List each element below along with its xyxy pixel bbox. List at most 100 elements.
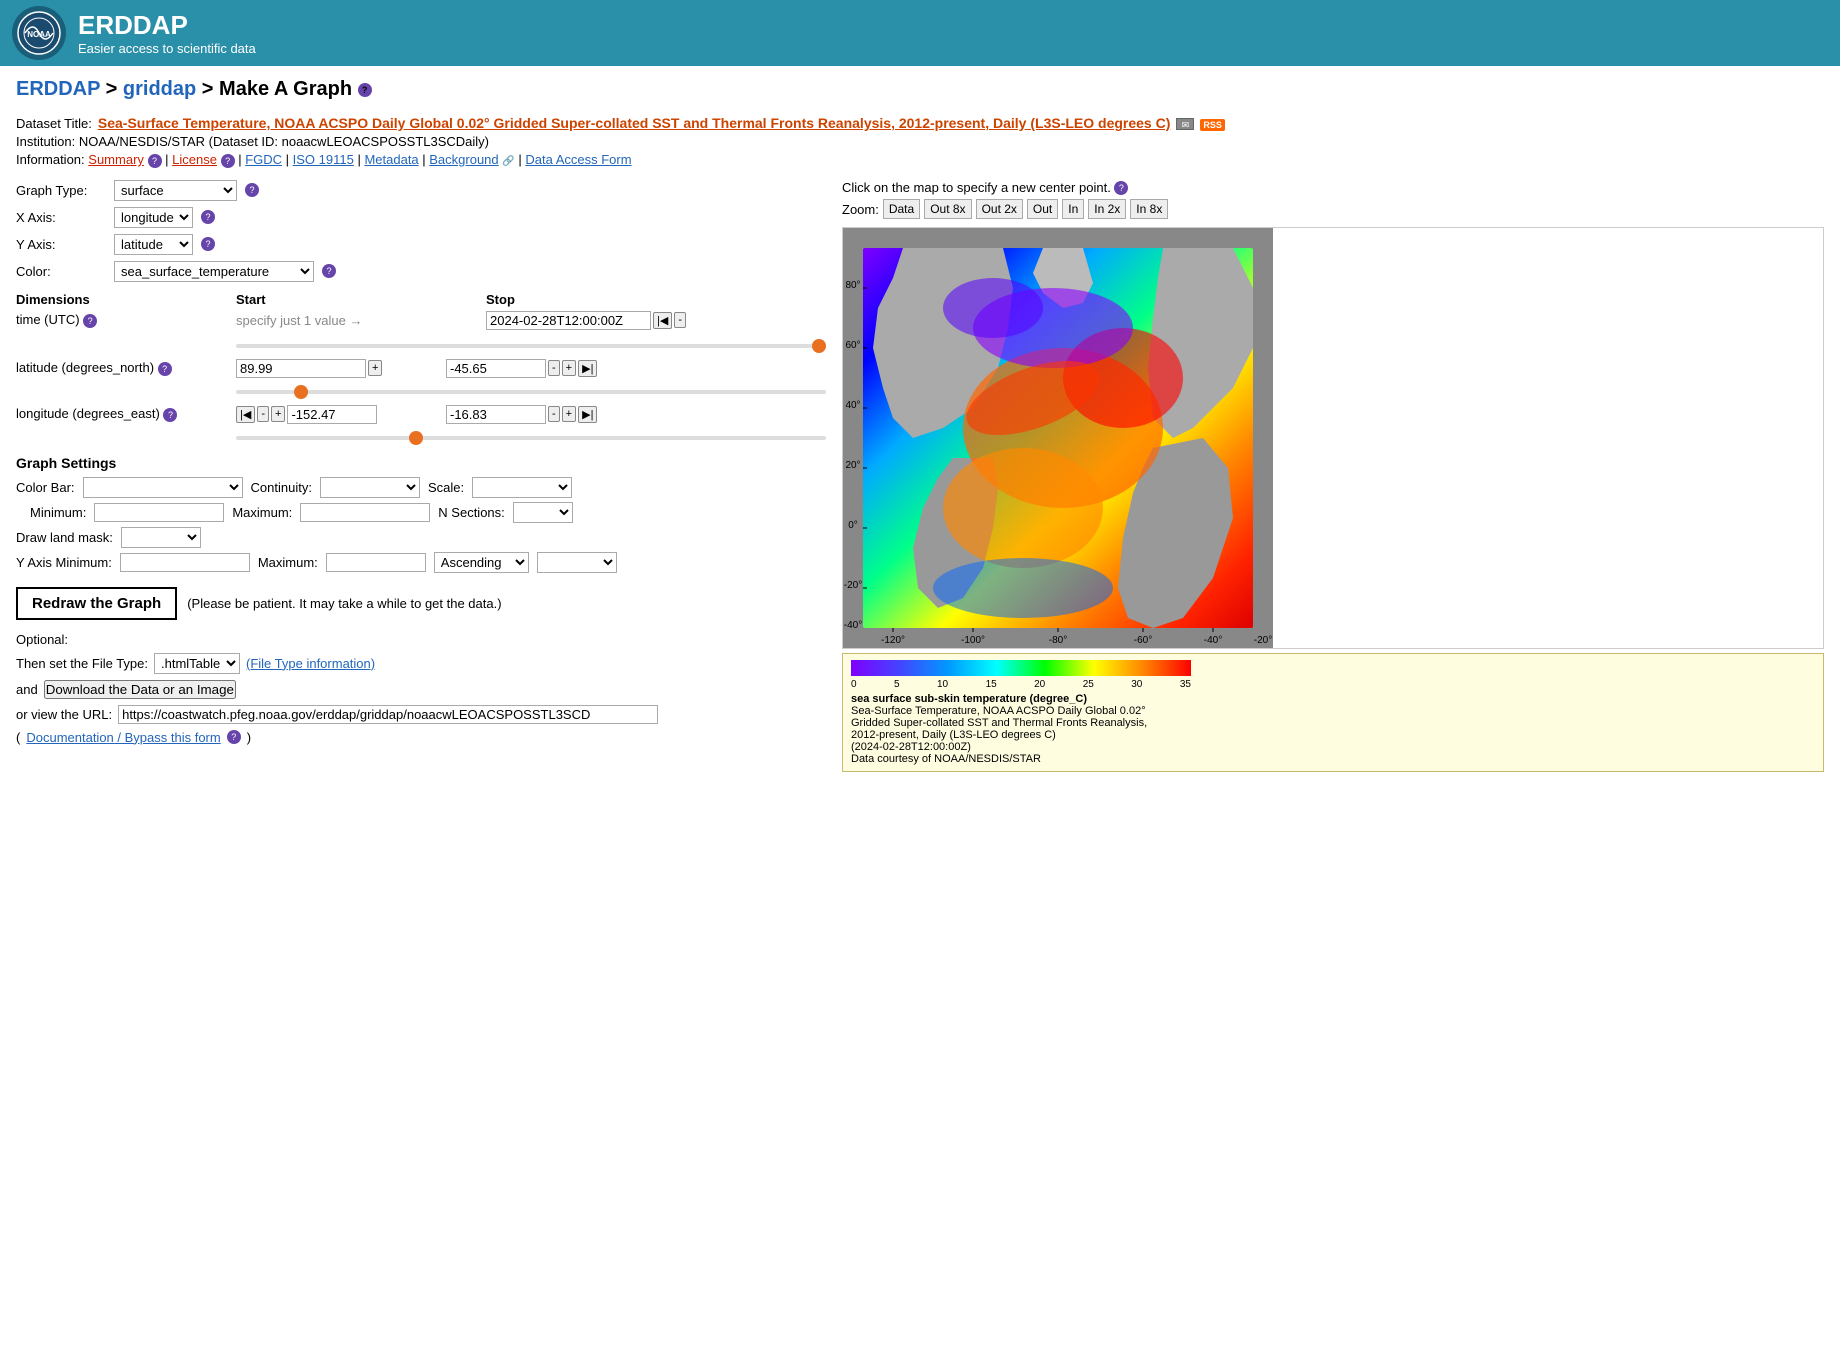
file-type-info-link[interactable]: (File Type information) [246,656,375,671]
zoom-in-btn[interactable]: In [1062,199,1084,219]
help-icon-doc[interactable]: ? [227,730,241,744]
help-icon-xaxis[interactable]: ? [201,210,215,224]
zoom-out8x-btn[interactable]: Out 8x [924,199,971,219]
lon-stop-plus-btn[interactable]: + [562,406,576,422]
url-input[interactable] [118,705,658,724]
zoom-in8x-btn[interactable]: In 8x [1130,199,1168,219]
color-row: Color: sea_surface_temperature ? [16,261,826,282]
zoom-out2x-btn[interactable]: Out 2x [976,199,1023,219]
doc-link[interactable]: Documentation / Bypass this form [26,730,220,745]
lat-stop-plus-btn[interactable]: + [562,360,576,376]
time-minus-btn[interactable]: - [674,312,686,328]
help-icon-summary[interactable]: ? [148,154,162,168]
lon-slider-row [16,428,826,443]
time-first-btn[interactable]: |◀ [653,312,672,329]
n-sections-select[interactable] [513,502,573,523]
griddap-link[interactable]: griddap [123,78,196,100]
map-container[interactable]: -80° -100° -120° -60° -40° -20° 80° 60° … [842,227,1824,649]
lon-slider[interactable] [236,436,826,440]
download-button[interactable]: Download the Data or an Image [44,680,236,699]
y-axis-min-input[interactable] [120,553,250,572]
lat-stop-minus-btn[interactable]: - [548,360,560,376]
dataset-title-link[interactable]: Sea-Surface Temperature, NOAA ACSPO Dail… [98,115,1171,131]
help-icon-graph-type[interactable]: ? [245,183,259,197]
x-axis-select[interactable]: longitude latitude time [114,207,193,228]
help-icon-breadcrumb[interactable]: ? [358,83,372,97]
time-dim-name: time (UTC) ? [16,312,236,328]
iso-link[interactable]: ISO 19115 [293,152,354,167]
minimum-input[interactable] [94,503,224,522]
help-icon-time[interactable]: ? [83,314,97,328]
data-access-form-link[interactable]: Data Access Form [525,152,631,167]
svg-text:-100°: -100° [961,635,985,646]
y-axis-select[interactable]: longitude latitude time [114,234,193,255]
lon-first-btn[interactable]: |◀ [236,406,255,423]
continuity-select[interactable] [320,477,420,498]
lon-stop-minus-btn[interactable]: - [548,406,560,422]
lat-slider[interactable] [236,390,826,394]
lon-start-input[interactable] [287,405,377,424]
scale-15: 15 [986,679,997,690]
graph-type-select[interactable]: surface lines markers linesAndMarkers st… [114,180,237,201]
y-axis-row: Y Axis: longitude latitude time ? [16,234,826,255]
map-svg[interactable]: -80° -100° -120° -60° -40° -20° 80° 60° … [843,228,1273,648]
lat-start-plus-btn[interactable]: + [368,360,382,376]
ascending-extra-select[interactable] [537,552,617,573]
lon-minus-btn[interactable]: - [257,406,269,422]
time-stop-input[interactable] [486,311,651,330]
background-link[interactable]: Background [429,152,498,167]
ascending-select[interactable]: Ascending Descending [434,552,529,573]
lon-stop-input[interactable] [446,405,546,424]
zoom-label: Zoom: [842,202,879,217]
help-icon-yaxis[interactable]: ? [201,237,215,251]
scale-select[interactable] [472,477,572,498]
help-icon-color[interactable]: ? [322,264,336,278]
zoom-row: Zoom: Data Out 8x Out 2x Out In In 2x In… [842,199,1824,219]
gradient-labels: 0 5 10 15 20 25 30 35 [851,679,1191,690]
lat-stop-input[interactable] [446,359,546,378]
settings-row1: Color Bar: Continuity: Scale: [16,477,826,498]
time-slider[interactable] [236,344,826,348]
zoom-data-btn[interactable]: Data [883,199,920,219]
lon-dim-name: longitude (degrees_east) ? [16,406,236,422]
left-panel: Graph Type: surface lines markers linesA… [16,180,826,773]
maximum-input[interactable] [300,503,430,522]
y-axis-max-input[interactable] [326,553,426,572]
zoom-out-btn[interactable]: Out [1027,199,1058,219]
info-row: Information: Summary ? | License ? | FGD… [16,152,1824,168]
fgdc-link[interactable]: FGDC [245,152,282,167]
svg-text:-120°: -120° [881,635,905,646]
lon-stop-last-btn[interactable]: ▶| [578,406,597,423]
lon-plus-btn[interactable]: + [271,406,285,422]
help-icon-map[interactable]: ? [1114,181,1128,195]
draw-land-mask-select[interactable] [121,527,201,548]
svg-text:-80°: -80° [1049,635,1067,646]
svg-text:60°: 60° [845,340,860,351]
color-select[interactable]: sea_surface_temperature [114,261,314,282]
lat-start: + [236,359,446,378]
legend-source3: 2012-present, Daily (L3S-LEO degrees C) [851,729,1815,741]
paren-open: ( [16,730,20,745]
summary-link[interactable]: Summary [88,152,144,167]
help-icon-lat[interactable]: ? [158,362,172,376]
color-bar-select[interactable] [83,477,243,498]
help-icon-license[interactable]: ? [221,154,235,168]
latitude-row: latitude (degrees_north) ? + - + ▶| [16,359,826,378]
lat-start-input[interactable] [236,359,366,378]
file-type-select[interactable]: .htmlTable .csv .json .nc [154,653,240,674]
lat-stop-last-btn[interactable]: ▶| [578,360,597,377]
graph-type-row: Graph Type: surface lines markers linesA… [16,180,826,201]
header-text: ERDDAP Easier access to scientific data [78,10,256,56]
help-icon-lon[interactable]: ? [163,408,177,422]
rss-icon[interactable]: RSS [1200,119,1225,131]
erddap-link[interactable]: ERDDAP [16,78,100,100]
license-link[interactable]: License [172,152,217,167]
color-label: Color: [16,264,106,279]
redraw-button[interactable]: Redraw the Graph [16,587,177,620]
dataset-section: Dataset Title: Sea-Surface Temperature, … [16,115,1824,168]
email-icon[interactable]: ✉ [1176,118,1194,130]
zoom-in2x-btn[interactable]: In 2x [1088,199,1126,219]
legend-source2: Gridded Super-collated SST and Thermal F… [851,717,1815,729]
svg-text:-40°: -40° [1204,635,1222,646]
metadata-link[interactable]: Metadata [364,152,418,167]
